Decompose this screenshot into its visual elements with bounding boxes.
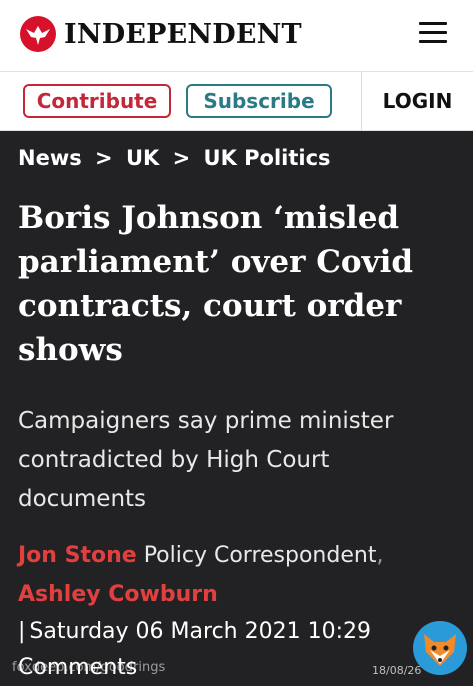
- article-headline: Boris Johnson ‘misled parliament’ over C…: [18, 200, 414, 368]
- author-link-jon-stone[interactable]: Jon Stone: [18, 543, 137, 568]
- breadcrumb-news[interactable]: News: [18, 146, 82, 170]
- byline-comma: ,: [376, 543, 384, 568]
- watermark-text: foxdeep.com/goodrings: [12, 660, 166, 675]
- login-button[interactable]: LOGIN: [362, 72, 473, 130]
- breadcrumb: News > UK > UK Politics: [18, 146, 331, 170]
- author-link-ashley-cowburn[interactable]: Ashley Cowburn: [18, 582, 218, 607]
- breadcrumb-uk-politics[interactable]: UK Politics: [204, 146, 331, 170]
- site-logo[interactable]: INDEPENDENT: [20, 14, 302, 54]
- brand-name: INDEPENDENT: [64, 18, 302, 50]
- breadcrumb-separator: >: [95, 146, 113, 170]
- site-header: INDEPENDENT: [0, 0, 473, 72]
- contribute-button[interactable]: Contribute: [23, 84, 171, 118]
- date-text: Saturday 06 March 2021 10:29: [29, 619, 371, 644]
- breadcrumb-separator: >: [172, 146, 191, 170]
- byline: Jon Stone Policy Correspondent, Ashley C…: [18, 536, 458, 614]
- eagle-icon: [20, 16, 56, 52]
- author-role: Policy Correspondent: [143, 543, 377, 568]
- article-standfirst: Campaigners say prime minister contradic…: [18, 408, 394, 512]
- action-bar: Contribute Subscribe LOGIN: [0, 72, 473, 131]
- breadcrumb-uk[interactable]: UK: [126, 146, 159, 170]
- publish-date: | Saturday 06 March 2021 10:29: [18, 614, 371, 650]
- hamburger-menu-icon[interactable]: [419, 22, 447, 46]
- subscribe-button[interactable]: Subscribe: [186, 84, 332, 118]
- date-separator: |: [18, 619, 26, 644]
- fox-icon: [412, 620, 468, 676]
